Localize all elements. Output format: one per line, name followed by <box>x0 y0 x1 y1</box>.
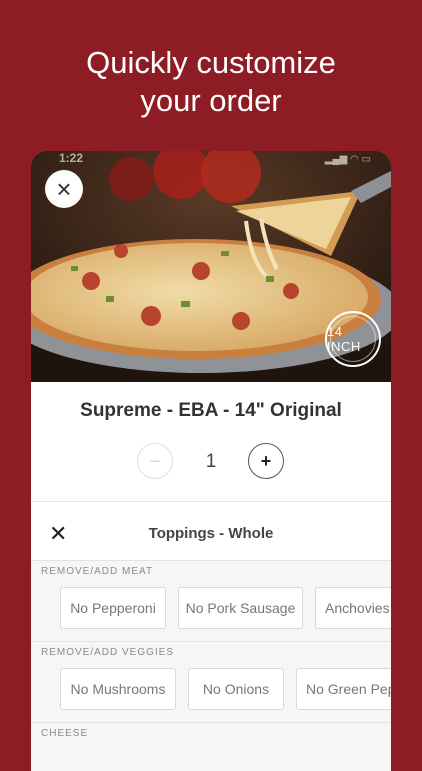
section-label-cheese: CHEESE <box>41 728 89 739</box>
product-title: Supreme - EBA - 14" Original <box>80 400 342 421</box>
topping-chip[interactable]: No Pepperoni <box>60 587 166 629</box>
topping-chip[interactable]: No Mushrooms <box>60 668 176 710</box>
divider <box>31 501 391 502</box>
topping-chip[interactable]: No Onions <box>188 668 284 710</box>
plus-icon: + <box>260 450 272 471</box>
phone-screen: 1:22 ▂▄▆ ◠ ▭ × 14 INCH Supreme - EBA - 1… <box>31 151 391 771</box>
section-label-veggies: REMOVE/ADD VEGGIES <box>41 647 175 658</box>
minus-icon: − <box>149 450 161 471</box>
status-time: 1:22 <box>59 151 84 165</box>
section-label-meat: REMOVE/ADD MEAT <box>41 566 154 577</box>
promo-headline: Quickly customize your order <box>0 44 422 120</box>
toppings-title: Toppings - Whole <box>148 525 274 542</box>
status-icons: ▂▄▆ ◠ ▭ <box>324 154 371 165</box>
pizza-photo: 1:22 ▂▄▆ ◠ ▭ × 14 INCH <box>31 151 391 382</box>
decrease-quantity-button[interactable]: − <box>137 443 173 479</box>
close-button[interactable]: × <box>45 170 83 208</box>
size-badge: 14 INCH <box>325 311 381 367</box>
topping-chip[interactable]: Anchovies <box>315 587 391 629</box>
promo-headline-line2: your order <box>140 83 282 118</box>
quantity-value: 1 <box>205 451 217 472</box>
increase-quantity-button[interactable]: + <box>248 443 284 479</box>
promo-headline-line1: Quickly customize <box>86 45 336 80</box>
topping-chip[interactable]: No Pork Sausage <box>178 587 303 629</box>
topping-chip[interactable]: No Green Peppers <box>296 668 391 710</box>
close-icon: × <box>56 174 72 204</box>
